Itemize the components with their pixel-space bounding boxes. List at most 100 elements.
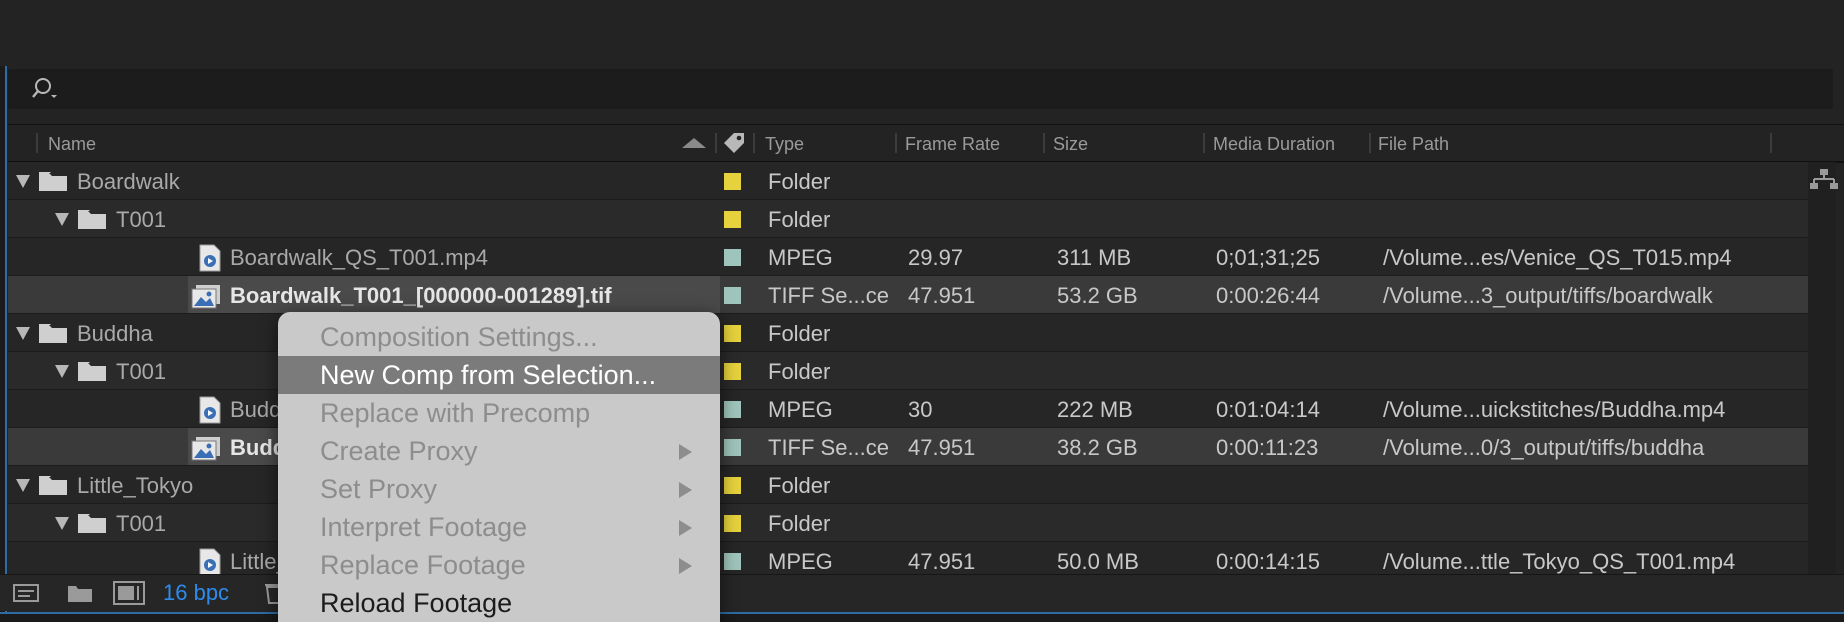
item-frame-rate: 47.951 [908,435,976,460]
item-frame-rate [908,314,1048,352]
item-file-path [1383,466,1803,504]
menu-item-reload-footage[interactable]: Reload Footage [278,584,720,622]
column-divider[interactable] [895,133,897,153]
interpret-footage-icon[interactable] [12,581,46,605]
item-size [1057,466,1207,504]
item-media-duration: 0:00:11:23 [1216,435,1319,460]
menu-item-replace-with-precomp[interactable]: Replace with Precomp [278,394,720,432]
item-type: Folder [768,359,831,384]
sort-ascending-icon[interactable] [680,136,708,150]
label-color-swatch[interactable] [724,173,741,190]
menu-item-composition-settings[interactable]: Composition Settings... [278,318,720,356]
column-divider[interactable] [715,133,717,153]
column-header-media-duration[interactable]: Media Duration [1213,125,1335,161]
column-divider[interactable] [1203,133,1205,153]
item-size: 53.2 GB [1057,283,1138,308]
thumbnail-preview-area [0,0,1844,66]
new-folder-icon[interactable] [66,581,94,605]
item-size [1057,162,1207,200]
item-frame-rate [908,504,1048,542]
bit-depth-button[interactable]: 16 bpc [163,575,229,611]
item-type: Folder [768,511,831,536]
item-size [1057,314,1207,352]
label-color-swatch[interactable] [724,249,741,266]
item-file-path: /Volume...es/Venice_QS_T015.mp4 [1383,245,1732,270]
item-size [1057,352,1207,390]
column-header-frame-rate[interactable]: Frame Rate [905,125,1000,161]
column-header-type[interactable]: Type [765,125,804,161]
item-type: TIFF Se...ce [768,435,890,460]
label-color-swatch[interactable] [724,477,741,494]
item-type: Folder [768,321,831,346]
column-divider[interactable] [1369,133,1371,153]
menu-item-set-proxy[interactable]: Set Proxy [278,470,720,508]
column-divider[interactable] [1043,133,1045,153]
disclosure-triangle-icon[interactable] [55,213,69,226]
disclosure-triangle-icon[interactable] [16,175,30,188]
panel-bottom-edge [0,612,1844,622]
item-size [1057,504,1207,542]
label-color-swatch[interactable] [724,363,741,380]
column-header-size[interactable]: Size [1053,125,1088,161]
submenu-arrow-icon [679,520,692,536]
folder-icon [78,362,106,381]
column-divider[interactable] [1770,133,1772,153]
item-type: Folder [768,473,831,498]
column-header-name[interactable]: Name [48,125,96,161]
label-color-swatch[interactable] [724,401,741,418]
search-icon[interactable] [30,77,58,101]
menu-item-interpret-footage[interactable]: Interpret Footage [278,508,720,546]
item-media-duration: 0;01;31;25 [1216,245,1320,270]
disclosure-triangle-icon[interactable] [55,365,69,378]
item-name[interactable]: Boardwalk [77,162,708,200]
item-type: Folder [768,169,831,194]
menu-item-label: Composition Settings... [320,322,598,352]
menu-item-label: Replace with Precomp [320,398,591,428]
item-name[interactable]: T001 [116,200,708,238]
item-file-path: /Volume...3_output/tiffs/boardwalk [1383,283,1713,308]
item-frame-rate: 30 [908,397,933,422]
menu-item-label: Replace Footage [320,550,526,580]
disclosure-triangle-icon[interactable] [16,479,30,492]
label-color-swatch[interactable] [724,287,741,304]
column-header-file-path[interactable]: File Path [1378,125,1449,161]
footage-row[interactable]: Boardwalk_QS_T001.mp4 MPEG 29.97 311 MB 0;01… [8,238,1808,276]
label-color-swatch[interactable] [724,553,741,570]
item-media-duration [1216,352,1371,390]
folder-icon [39,324,67,343]
disclosure-triangle-icon[interactable] [16,327,30,340]
item-media-duration [1216,314,1371,352]
item-name[interactable]: Boardwalk_QS_T001.mp4 [230,238,708,276]
label-tag-icon[interactable] [720,129,748,157]
footage-row[interactable]: Boardwalk_T001_[000000-001289].tif TIFF S… [8,276,1808,314]
menu-item-label: Create Proxy [320,436,478,466]
menu-item-replace-footage[interactable]: Replace Footage [278,546,720,584]
column-header-row: Name Type Frame Rate Size Media Duration File… [8,124,1844,163]
label-color-swatch[interactable] [724,439,741,456]
folder-row[interactable]: Boardwalk Folder [8,162,1808,200]
column-divider[interactable] [36,133,38,153]
label-color-swatch[interactable] [724,325,741,342]
item-file-path [1383,504,1803,542]
flowchart-icon[interactable] [1810,166,1838,194]
disclosure-triangle-icon[interactable] [55,517,69,530]
menu-item-new-comp-from-selection[interactable]: New Comp from Selection... [278,356,720,394]
search-input[interactable] [8,69,1833,109]
label-color-swatch[interactable] [724,515,741,532]
item-type: MPEG [768,549,833,574]
folder-row[interactable]: T001 Folder [8,200,1808,238]
item-file-path [1383,162,1803,200]
project-panel: Name Type Frame Rate Size Media Duration File… [0,0,1844,622]
folder-icon [39,476,67,495]
column-divider[interactable] [753,133,755,153]
menu-item-create-proxy[interactable]: Create Proxy [278,432,720,470]
item-frame-rate [908,162,1048,200]
new-composition-icon[interactable] [112,580,148,606]
label-color-swatch[interactable] [724,211,741,228]
item-media-duration [1216,162,1371,200]
menu-item-label: Reload Footage [320,588,513,618]
video-file-icon [199,548,221,574]
item-name[interactable]: Boardwalk_T001_[000000-001289].tif [230,276,708,314]
item-media-duration [1216,466,1371,504]
context-menu: Composition Settings... New Comp from Sel… [278,312,720,622]
